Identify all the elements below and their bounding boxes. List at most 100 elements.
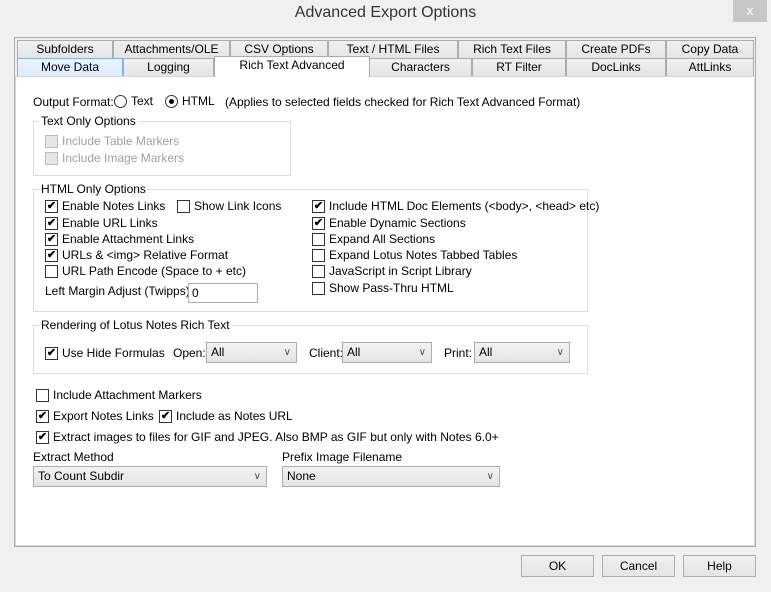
radio-text[interactable]: Text — [114, 94, 153, 108]
checkbox-url-path-encode-space-to-etc[interactable]: URL Path Encode (Space to + etc) — [45, 264, 246, 278]
checkbox-icon — [45, 151, 58, 165]
chevron-down-icon: ∨ — [418, 347, 426, 358]
checkbox-label: URL Path Encode (Space to + etc) — [62, 264, 246, 278]
chevron-down-icon: ∨ — [253, 471, 261, 482]
tab-move-data[interactable]: Move Data — [17, 58, 123, 77]
checkbox-enable-dynamic-sections[interactable]: ✔ Enable Dynamic Sections — [312, 216, 466, 230]
checkbox-label: Extract images to files for GIF and JPEG… — [53, 430, 499, 444]
extract-method-select[interactable]: To Count Subdir ∨ — [33, 466, 267, 487]
checkbox-javascript-in-script-library[interactable]: JavaScript in Script Library — [312, 264, 472, 278]
checkbox-label: Expand All Sections — [329, 232, 436, 246]
radio-label: HTML — [182, 94, 215, 108]
checkbox-label: Expand Lotus Notes Tabbed Tables — [329, 248, 518, 262]
checkbox-label: Include Attachment Markers — [53, 388, 202, 402]
radio-label: Text — [131, 94, 154, 108]
checkbox-expand-all-sections[interactable]: Expand All Sections — [312, 232, 435, 246]
checkbox-expand-lotus-notes-tabbed-tables[interactable]: Expand Lotus Notes Tabbed Tables — [312, 248, 517, 262]
checkbox-label: Include HTML Doc Elements (<body>, <head… — [329, 199, 600, 213]
checkbox-label: Use Hide Formulas — [62, 346, 165, 360]
checkbox-enable-attachment-links[interactable]: ✔ Enable Attachment Links — [45, 232, 194, 246]
margin-label: Left Margin Adjust (Twipps): — [45, 284, 194, 298]
select-value: None — [287, 469, 316, 483]
radio-html[interactable]: HTML — [165, 94, 215, 108]
help-button[interactable]: Help — [683, 555, 756, 577]
group-title: HTML Only Options — [39, 182, 148, 196]
radio-selected-icon — [165, 94, 178, 108]
tab-attachments-ole[interactable]: Attachments/OLE — [113, 40, 230, 59]
output-format-label: Output Format: — [33, 95, 114, 109]
checkmark-icon: ✔ — [159, 409, 172, 423]
checkbox-label: Include Image Markers — [62, 151, 185, 165]
window-title: Advanced Export Options — [294, 4, 477, 21]
checkbox-use-hide-formulas[interactable]: ✔ Use Hide Formulas — [45, 346, 165, 360]
tab-doclinks[interactable]: DocLinks — [566, 58, 666, 77]
select-value: All — [479, 345, 493, 359]
tab-attlinks[interactable]: AttLinks — [666, 58, 754, 77]
checkbox-show-pass-thru-html[interactable]: Show Pass-Thru HTML — [312, 281, 454, 295]
tab-rich-text-advanced[interactable]: Rich Text Advanced — [214, 56, 370, 77]
print-select[interactable]: All ∨ — [474, 342, 570, 363]
checkmark-icon: ✔ — [45, 232, 58, 246]
select-value: All — [347, 345, 361, 359]
checkbox-label: Show Pass-Thru HTML — [329, 281, 454, 295]
output-format-note: (Applies to selected fields checked for … — [225, 95, 581, 109]
open-label: Open: — [173, 346, 206, 360]
checkmark-icon: ✔ — [36, 430, 49, 444]
checkbox-enable-url-links[interactable]: ✔ Enable URL Links — [45, 216, 158, 230]
checkbox-icon — [312, 264, 325, 278]
checkbox-icon — [312, 248, 325, 262]
checkmark-icon: ✔ — [312, 216, 325, 230]
close-button[interactable]: x — [733, 0, 767, 22]
ok-button[interactable]: OK — [521, 555, 594, 577]
checkbox-icon — [36, 388, 49, 402]
checkmark-icon: ✔ — [45, 248, 58, 262]
checkbox-label: Enable Dynamic Sections — [329, 216, 466, 230]
checkbox-icon — [45, 134, 58, 148]
tab-rich-text-files[interactable]: Rich Text Files — [458, 40, 566, 59]
tab-logging[interactable]: Logging — [123, 58, 214, 77]
extract-method-label: Extract Method — [33, 450, 114, 464]
checkbox-label: Enable Notes Links — [62, 199, 166, 213]
tab-create-pdfs[interactable]: Create PDFs — [566, 40, 666, 59]
checkbox-label: Include Table Markers — [62, 134, 180, 148]
group-title: Text Only Options — [39, 114, 138, 128]
checkmark-icon: ✔ — [36, 409, 49, 423]
tab-rt-filter[interactable]: RT Filter — [472, 58, 566, 77]
cancel-button[interactable]: Cancel — [602, 555, 675, 577]
checkbox-include-html-doc-elements-body-head-etc[interactable]: ✔ Include HTML Doc Elements (<body>, <hea… — [312, 199, 599, 213]
radio-icon — [114, 94, 127, 108]
select-value: All — [211, 345, 225, 359]
client-label: Client: — [309, 346, 344, 360]
checkbox-include-as-notes-url[interactable]: ✔ Include as Notes URL — [159, 409, 293, 423]
select-value: To Count Subdir — [38, 469, 125, 483]
checkbox-label: Enable URL Links — [62, 216, 158, 230]
tab-characters[interactable]: Characters — [369, 58, 472, 77]
open-select[interactable]: All ∨ — [206, 342, 297, 363]
checkbox-label: Show Link Icons — [194, 199, 282, 213]
checkbox-label: Include as Notes URL — [176, 409, 293, 423]
checkbox-include-image-markers[interactable]: Include Image Markers — [45, 151, 184, 165]
checkbox-icon — [45, 264, 58, 278]
checkbox-export-notes-links[interactable]: ✔ Export Notes Links — [36, 409, 154, 423]
checkbox-label: Enable Attachment Links — [62, 232, 195, 246]
checkbox-include-table-markers[interactable]: Include Table Markers — [45, 134, 179, 148]
checkbox-icon — [177, 199, 190, 213]
checkbox-urls-img-relative-format[interactable]: ✔ URLs & <img> Relative Format — [45, 248, 228, 262]
checkmark-icon: ✔ — [45, 199, 58, 213]
client-select[interactable]: All ∨ — [342, 342, 432, 363]
tab-copy-data[interactable]: Copy Data — [666, 40, 754, 59]
checkbox-include-attachment-markers[interactable]: Include Attachment Markers — [36, 388, 202, 402]
checkbox-label: URLs & <img> Relative Format — [62, 248, 229, 262]
text-only-group: Text Only Options — [33, 114, 291, 176]
tab-subfolders[interactable]: Subfolders — [17, 40, 113, 59]
checkbox-show-link-icons[interactable]: Show Link Icons — [177, 199, 281, 213]
checkmark-icon: ✔ — [312, 199, 325, 213]
print-label: Print: — [444, 346, 473, 360]
checkmark-icon: ✔ — [45, 216, 58, 230]
margin-input[interactable]: 0 — [188, 283, 258, 303]
chevron-down-icon: ∨ — [486, 471, 494, 482]
checkbox-enable-notes-links[interactable]: ✔ Enable Notes Links — [45, 199, 165, 213]
checkmark-icon: ✔ — [45, 346, 58, 360]
checkbox-extract-images-to-files-for-gif-and-jpeg-also-bmp-as-gif-but-only-with-notes-6-0[interactable]: ✔ Extract images to files for GIF and JPE… — [36, 430, 499, 444]
prefix-select[interactable]: None ∨ — [282, 466, 500, 487]
